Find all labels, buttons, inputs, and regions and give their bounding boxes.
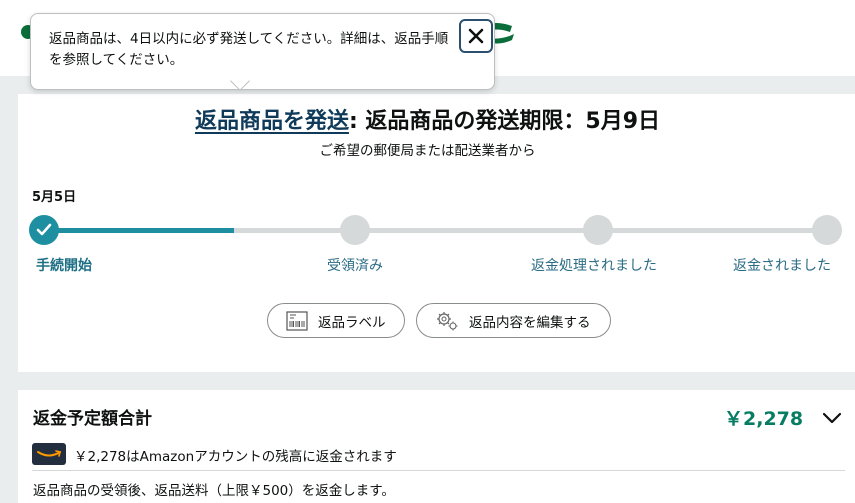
page-title: 返品商品を発送: 返品商品の発送期限：5月9日 xyxy=(0,103,855,135)
step-label-received: 受領済み xyxy=(327,258,383,274)
refund-destination-text: ￥2,278はAmazonアカウントの残高に返金されます xyxy=(74,449,397,465)
checkmark-icon xyxy=(36,223,52,236)
edit-return-text: 返品内容を編集する xyxy=(469,314,591,331)
progress-date: 5月5日 xyxy=(32,190,77,205)
page-subtitle: ご希望の郵便局または配送業者から xyxy=(319,143,536,159)
step-label-started: 手続開始 xyxy=(36,258,92,274)
step-dot-started xyxy=(29,215,59,245)
amazon-balance-icon xyxy=(32,443,66,465)
return-deadline-tooltip: 返品商品は、4日以内に必ず発送してください。詳細は、返品手順を参照してください。 xyxy=(30,13,495,90)
ship-deadline-text: : 返品商品の発送期限：5月9日 xyxy=(348,109,661,134)
barcode-label-icon xyxy=(286,310,308,331)
tooltip-text: 返品商品は、4日以内に必ず発送してください。詳細は、返品手順を参照してください。 xyxy=(49,31,449,68)
tooltip-close-button[interactable] xyxy=(459,19,493,53)
refund-total-amount: ￥2,278 xyxy=(724,408,804,430)
progress-fill xyxy=(44,228,234,233)
gear-icon xyxy=(435,310,459,332)
close-icon xyxy=(468,28,484,44)
step-dot-refund-processing xyxy=(583,215,613,245)
return-label-button[interactable]: 返品ラベル xyxy=(267,303,405,338)
edit-return-button[interactable]: 返品内容を編集する xyxy=(416,303,611,338)
step-label-refunded: 返金されました xyxy=(733,258,831,274)
step-dot-received xyxy=(340,215,370,245)
return-label-text: 返品ラベル xyxy=(318,314,386,331)
step-label-refund-processing: 返金処理されました xyxy=(531,258,657,274)
refund-total-title: 返金予定額合計 xyxy=(33,409,152,429)
refund-shipping-note: 返品商品の受領後、返品送料（上限￥500）を返金します。 xyxy=(33,483,395,499)
ship-return-link[interactable]: 返品商品を発送 xyxy=(195,109,349,134)
divider xyxy=(32,470,845,471)
step-dot-refunded xyxy=(812,215,842,245)
chevron-down-icon[interactable] xyxy=(820,408,844,428)
